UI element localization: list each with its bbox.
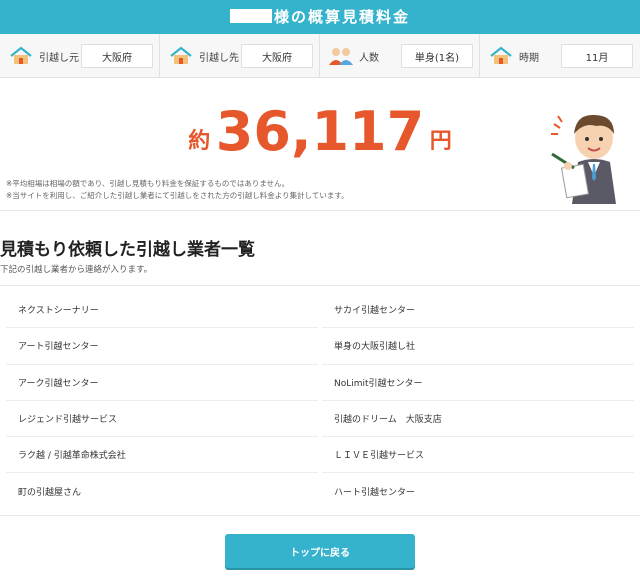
info-label: 人数 <box>359 52 379 64</box>
company-item: 引越のドリーム 大阪支店 <box>322 401 634 438</box>
note-line: ※当サイトを利用し、ご紹介した引越し業者にて引越しをされた方の引越し料金より集計… <box>6 191 349 200</box>
company-item: NoLimit引越センター <box>322 365 634 401</box>
company-item: アート引越センター <box>6 328 318 365</box>
house-icon <box>488 45 514 67</box>
company-item: 単身の大阪引越し社 <box>322 328 634 365</box>
section-subtitle: 下記の引越し業者から連絡が入ります。 <box>0 265 153 275</box>
company-item: サカイ引越センター <box>322 292 634 329</box>
info-people: 人数 単身(1名) <box>320 34 480 78</box>
people-icon <box>328 45 354 67</box>
info-to: 引越し先 大阪府 <box>160 34 320 78</box>
section-title: 見積もり依頼した引越し業者一覧 <box>0 240 255 260</box>
company-list-right: サカイ引越センター 単身の大阪引越し社 NoLimit引越センター 引越のドリー… <box>322 292 634 510</box>
divider <box>0 515 640 516</box>
company-item: 町の引越屋さん <box>18 488 82 499</box>
price-amount: 36,117 <box>215 100 425 163</box>
info-value: 大阪府 <box>81 44 153 68</box>
note-line: ※平均相場は相場の額であり、引越し見積もり料金を保証するものではありません。 <box>6 179 290 188</box>
company-item: アーク引越センター <box>6 365 318 401</box>
company-item: ネクストシーナリー <box>6 292 318 329</box>
company-list-left: ネクストシーナリー アート引越センター アーク引越センター レジェンド引越サービ… <box>6 292 318 510</box>
company-item: レジェンド引越サービス <box>6 401 318 438</box>
redacted-name <box>229 9 272 23</box>
businessman-illustration <box>544 104 636 204</box>
header-title: 様の概算見積料金 <box>273 8 410 26</box>
info-value: 11月 <box>561 44 633 68</box>
price-prefix: 約 <box>188 129 211 154</box>
divider <box>0 210 640 211</box>
info-from: 引越し元 大阪府 <box>0 34 160 78</box>
house-icon <box>168 45 194 67</box>
back-to-top-button[interactable]: トップに戻る <box>225 534 415 568</box>
info-label: 引越し先 <box>199 52 239 64</box>
price-suffix: 円 <box>429 129 452 154</box>
info-label: 時期 <box>519 52 539 64</box>
company-item: ラク越 / 引越革命株式会社 <box>6 437 318 474</box>
info-label: 引越し元 <box>39 52 79 64</box>
company-item: ハート引越センター <box>334 488 416 499</box>
info-period: 時期 11月 <box>480 34 640 78</box>
info-value: 大阪府 <box>241 44 313 68</box>
divider <box>0 285 640 286</box>
info-row: 引越し元 大阪府 引越し先 大阪府 人数 単身(1名) 時期 11月 <box>0 34 640 78</box>
company-item: ＬＩＶＥ引越サービス <box>322 437 634 474</box>
price-notes: ※平均相場は相場の額であり、引越し見積もり料金を保証するものではありません。 ※… <box>6 178 349 202</box>
house-icon <box>8 45 34 67</box>
info-value: 単身(1名) <box>401 44 473 68</box>
page-header: 様の概算見積料金 <box>0 0 640 34</box>
